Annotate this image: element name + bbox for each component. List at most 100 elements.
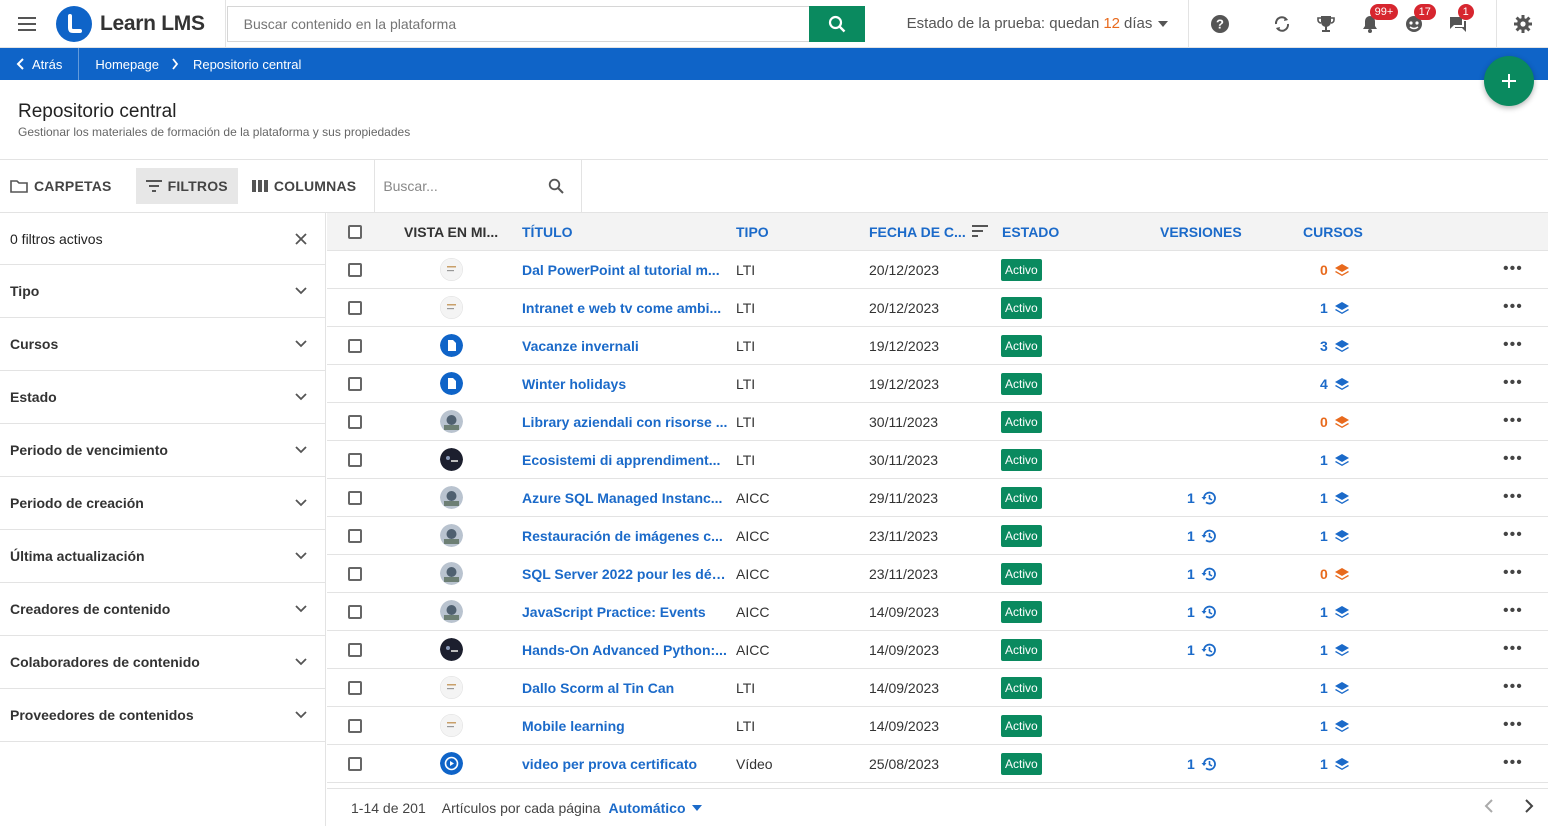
row-courses[interactable]: 4 <box>1320 376 1350 392</box>
row-title-link[interactable]: Winter holidays <box>522 376 728 392</box>
more-options-icon[interactable]: ••• <box>1503 716 1523 734</box>
row-checkbox[interactable] <box>348 301 362 315</box>
filter-item[interactable]: Periodo de vencimiento <box>0 424 325 477</box>
filter-item[interactable]: Proveedores de contenidos <box>0 689 325 742</box>
menu-icon[interactable] <box>0 0 56 48</box>
table-row[interactable]: SQL Server 2022 pour les dév... AICC 23/11… <box>327 555 1548 593</box>
col-versions[interactable]: VERSIONES <box>1160 224 1242 240</box>
row-courses[interactable]: 3 <box>1320 338 1350 354</box>
row-courses[interactable]: 1 <box>1320 490 1350 506</box>
notifications-button[interactable]: 99+ <box>1348 0 1399 48</box>
row-courses[interactable]: 1 <box>1320 642 1350 658</box>
row-title-link[interactable]: Vacanze invernali <box>522 338 728 354</box>
row-versions[interactable]: 1 <box>1187 566 1217 582</box>
row-courses[interactable]: 1 <box>1320 300 1350 316</box>
table-row[interactable]: Azure SQL Managed Instanc... AICC 29/11/20… <box>327 479 1548 517</box>
table-row[interactable]: Library aziendali con risorse ... LTI 30/1… <box>327 403 1548 441</box>
row-courses[interactable]: 1 <box>1320 452 1350 468</box>
row-checkbox[interactable] <box>348 491 362 505</box>
col-status[interactable]: ESTADO <box>1002 224 1059 240</box>
close-icon[interactable] <box>295 232 307 245</box>
breadcrumb-homepage[interactable]: Homepage <box>95 57 159 72</box>
filter-item[interactable]: Cursos <box>0 318 325 371</box>
row-checkbox[interactable] <box>348 643 362 657</box>
row-checkbox[interactable] <box>348 605 362 619</box>
sync-icon[interactable] <box>1260 0 1304 48</box>
table-row[interactable]: Restauración de imágenes c... AICC 23/11/2… <box>327 517 1548 555</box>
table-row[interactable]: video per prova certificato Vídeo 25/08/20… <box>327 745 1548 783</box>
more-options-icon[interactable]: ••• <box>1503 374 1523 392</box>
table-row[interactable]: Intranet e web tv come ambi... LTI 20/12/2… <box>327 289 1548 327</box>
row-versions[interactable]: 1 <box>1187 756 1217 772</box>
trophy-icon[interactable] <box>1304 0 1348 48</box>
table-row[interactable]: Dal PowerPoint al tutorial m... LTI 20/12/… <box>327 251 1548 289</box>
row-checkbox[interactable] <box>348 377 362 391</box>
trial-status-dropdown[interactable]: Estado de la prueba: quedan 12 días <box>907 0 1189 48</box>
add-content-button[interactable] <box>1484 56 1534 106</box>
prev-page-icon[interactable] <box>1484 799 1494 813</box>
global-search-input[interactable] <box>226 5 809 42</box>
filter-item[interactable]: Colaboradores de contenido <box>0 636 325 689</box>
filter-item[interactable]: Última actualización <box>0 530 325 583</box>
row-courses[interactable]: 1 <box>1320 528 1350 544</box>
more-options-icon[interactable]: ••• <box>1503 298 1523 316</box>
row-courses[interactable]: 0 <box>1320 566 1350 582</box>
more-options-icon[interactable]: ••• <box>1503 754 1523 772</box>
row-title-link[interactable]: SQL Server 2022 pour les dév... <box>522 566 728 582</box>
row-title-link[interactable]: Dallo Scorm al Tin Can <box>522 680 728 696</box>
users-button[interactable]: 17 <box>1392 0 1436 48</box>
row-versions[interactable]: 1 <box>1187 490 1217 506</box>
row-title-link[interactable]: Ecosistemi di apprendiment... <box>522 452 728 468</box>
table-row[interactable]: Dallo Scorm al Tin Can LTI 14/09/2023 Activ… <box>327 669 1548 707</box>
table-row[interactable]: Mobile learning LTI 14/09/2023 Activo 1 ••• <box>327 707 1548 745</box>
table-search[interactable]: Buscar... <box>374 159 583 213</box>
app-logo[interactable]: Learn LMS <box>56 0 226 48</box>
col-type[interactable]: TIPO <box>736 224 769 240</box>
row-checkbox[interactable] <box>348 415 362 429</box>
table-row[interactable]: Hands-On Advanced Python:... AICC 14/09/20… <box>327 631 1548 669</box>
filter-item[interactable]: Estado <box>0 371 325 424</box>
row-checkbox[interactable] <box>348 567 362 581</box>
row-checkbox[interactable] <box>348 529 362 543</box>
row-title-link[interactable]: Restauración de imágenes c... <box>522 528 728 544</box>
messages-button[interactable]: 1 <box>1436 0 1480 48</box>
help-icon[interactable]: ? <box>1198 0 1242 48</box>
columns-button[interactable]: COLUMNAS <box>242 168 366 204</box>
row-title-link[interactable]: Dal PowerPoint al tutorial m... <box>522 262 728 278</box>
row-courses[interactable]: 0 <box>1320 262 1350 278</box>
row-courses[interactable]: 1 <box>1320 718 1350 734</box>
row-title-link[interactable]: Intranet e web tv come ambi... <box>522 300 728 316</box>
row-versions[interactable]: 1 <box>1187 604 1217 620</box>
search-button[interactable] <box>808 5 865 42</box>
row-title-link[interactable]: video per prova certificato <box>522 756 728 772</box>
more-options-icon[interactable]: ••• <box>1503 336 1523 354</box>
filter-item[interactable]: Tipo <box>0 265 325 318</box>
row-courses[interactable]: 1 <box>1320 604 1350 620</box>
per-page-select[interactable]: Automático <box>609 800 702 816</box>
row-title-link[interactable]: Mobile learning <box>522 718 728 734</box>
more-options-icon[interactable]: ••• <box>1503 602 1523 620</box>
col-date[interactable]: FECHA DE C... <box>869 224 966 240</box>
more-options-icon[interactable]: ••• <box>1503 678 1523 696</box>
more-options-icon[interactable]: ••• <box>1503 526 1523 544</box>
row-checkbox[interactable] <box>348 681 362 695</box>
col-preview[interactable]: VISTA EN MI... <box>404 224 498 240</box>
table-search-input[interactable]: Buscar... <box>383 178 543 194</box>
more-options-icon[interactable]: ••• <box>1503 488 1523 506</box>
row-checkbox[interactable] <box>348 263 362 277</box>
folders-button[interactable]: CARPETAS <box>10 168 122 204</box>
row-checkbox[interactable] <box>348 339 362 353</box>
back-button[interactable]: Atrás <box>0 48 80 80</box>
row-title-link[interactable]: Hands-On Advanced Python:... <box>522 642 728 658</box>
row-versions[interactable]: 1 <box>1187 528 1217 544</box>
row-title-link[interactable]: Azure SQL Managed Instanc... <box>522 490 728 506</box>
table-row[interactable]: Ecosistemi di apprendiment... LTI 30/11/20… <box>327 441 1548 479</box>
row-title-link[interactable]: Library aziendali con risorse ... <box>522 414 728 430</box>
more-options-icon[interactable]: ••• <box>1503 260 1523 278</box>
more-options-icon[interactable]: ••• <box>1503 450 1523 468</box>
more-options-icon[interactable]: ••• <box>1503 412 1523 430</box>
select-all-checkbox[interactable] <box>348 225 362 239</box>
row-versions[interactable]: 1 <box>1187 642 1217 658</box>
row-checkbox[interactable] <box>348 719 362 733</box>
filter-item[interactable]: Periodo de creación <box>0 477 325 530</box>
